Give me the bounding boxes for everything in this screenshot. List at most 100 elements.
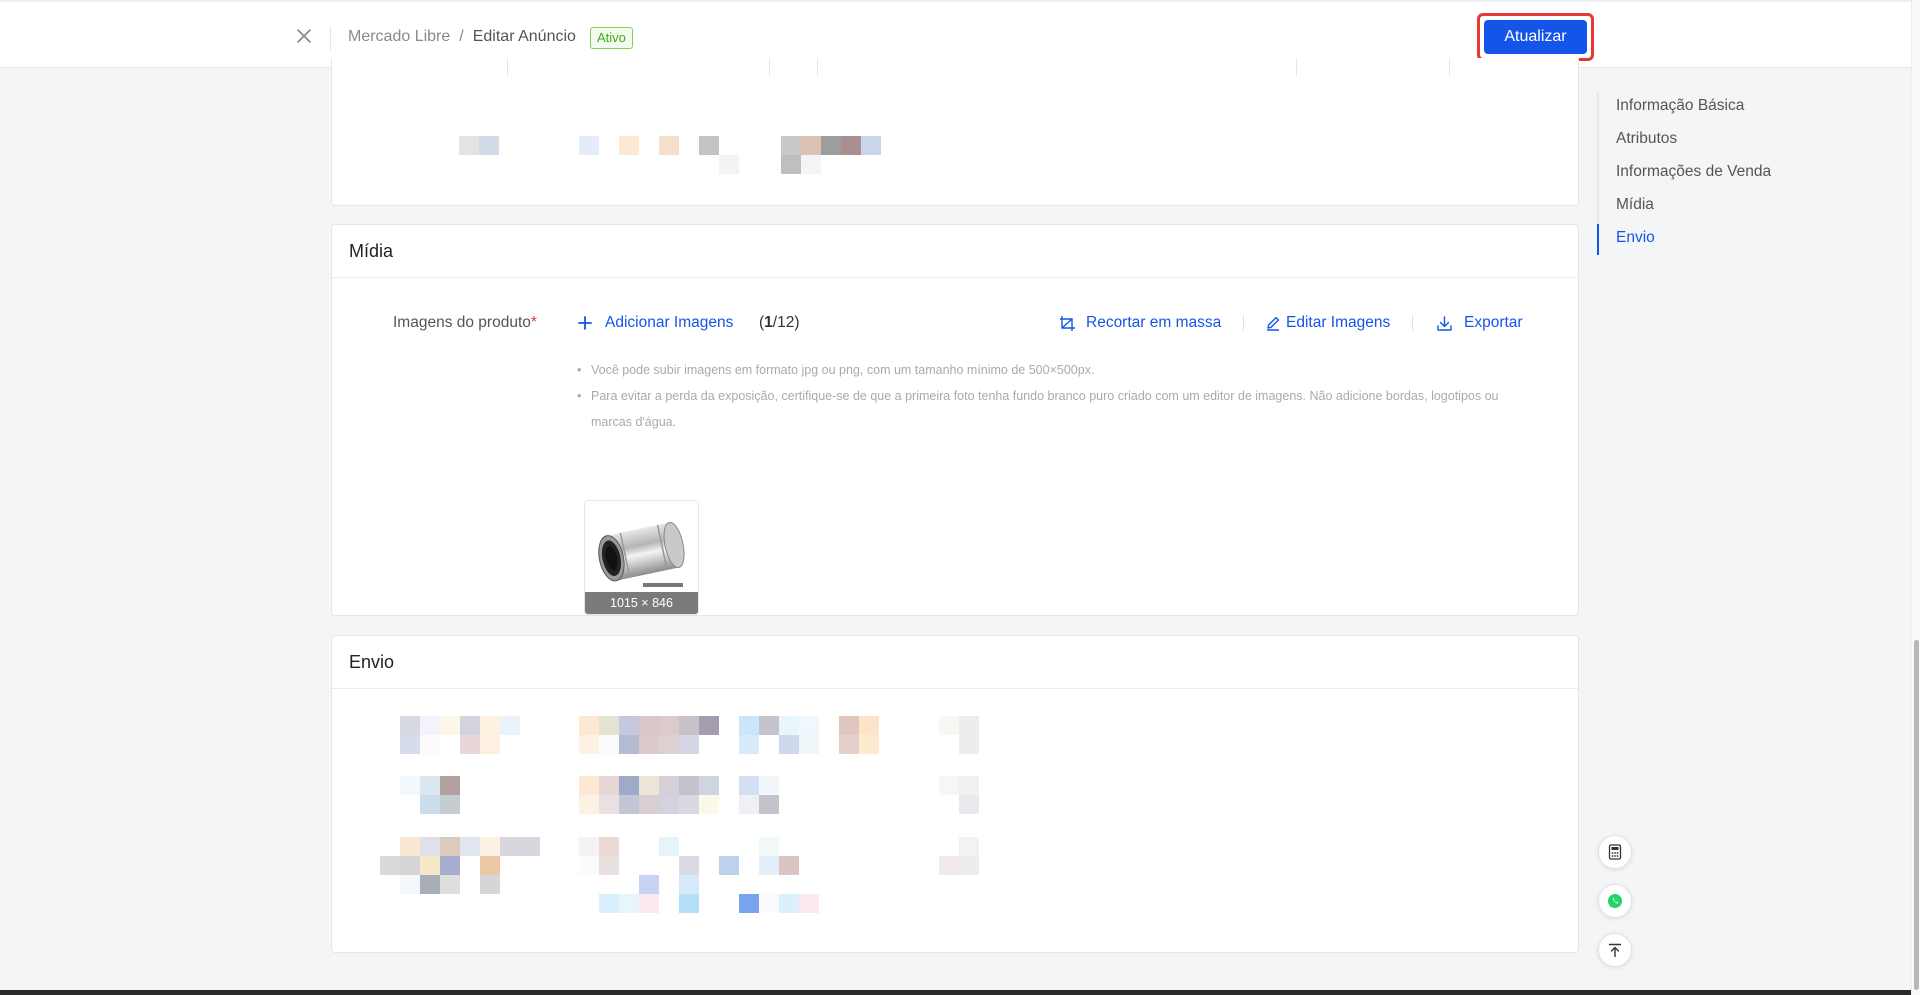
blurred-pixel — [959, 716, 979, 735]
blurred-pixel — [639, 735, 659, 754]
image-count-max: /12) — [772, 314, 800, 331]
blurred-pixel — [679, 776, 699, 795]
pencil-icon — [1267, 316, 1280, 331]
anchor-shipping[interactable]: Envio — [1616, 229, 1655, 247]
product-image-thumbnail[interactable]: 1015 × 846 — [584, 500, 699, 615]
calculator-button[interactable] — [1598, 835, 1632, 869]
linear-bearing-image — [598, 521, 685, 587]
image-count-current: 1 — [764, 314, 773, 331]
anchor-sales-info[interactable]: Informações de Venda — [1616, 163, 1771, 181]
blurred-pixel — [861, 136, 881, 155]
blurred-pixel — [440, 875, 460, 894]
blurred-pixel — [799, 716, 819, 735]
blurred-pixel — [759, 894, 779, 913]
blurred-pixel — [440, 776, 460, 795]
window-bottom-edge — [0, 990, 1911, 995]
blurred-pixel — [599, 894, 619, 913]
blurred-pixel — [480, 837, 500, 856]
crop-icon — [1060, 316, 1075, 331]
calculator-icon — [1608, 844, 1622, 860]
blurred-pixel — [619, 894, 639, 913]
blurred-pixel — [759, 856, 779, 875]
blurred-pixel — [639, 875, 659, 894]
whatsapp-button[interactable] — [1598, 884, 1632, 918]
blurred-pixel — [959, 837, 979, 856]
blurred-pixel — [759, 837, 779, 856]
edit-images-label: Editar Imagens — [1286, 314, 1391, 331]
image-tips: Você pode subir imagens em formato jpg o… — [577, 357, 1537, 435]
blurred-pixel — [841, 136, 861, 155]
update-button[interactable]: Atualizar — [1484, 20, 1587, 54]
blurred-pixel — [799, 894, 819, 913]
blurred-pixel — [400, 856, 420, 875]
blurred-pixel — [679, 856, 699, 875]
blurred-pixel — [639, 894, 659, 913]
blurred-pixel — [801, 155, 821, 174]
blurred-pixel — [639, 716, 659, 735]
blurred-pixel — [440, 837, 460, 856]
blurred-column-divider — [1296, 58, 1297, 76]
blurred-pixel — [400, 875, 420, 894]
blurred-pixel — [739, 795, 759, 814]
anchor-basic-info[interactable]: Informação Básica — [1616, 97, 1744, 115]
add-images-button[interactable]: Adicionar Imagens — [577, 314, 733, 332]
blurred-pixel — [579, 735, 599, 754]
blurred-pixel — [939, 716, 959, 735]
blurred-pixel — [779, 894, 799, 913]
blurred-pixel — [599, 837, 619, 856]
back-to-top-button[interactable] — [1598, 933, 1632, 967]
blurred-pixel — [659, 795, 679, 814]
blurred-pixel — [779, 735, 799, 754]
blurred-pixel — [639, 776, 659, 795]
blurred-pixel — [619, 776, 639, 795]
page-scrollbar[interactable] — [1911, 0, 1920, 995]
shipping-section: Envio — [331, 635, 1579, 953]
blurred-column-divider — [817, 58, 818, 76]
blurred-pixel — [619, 795, 639, 814]
required-mark: * — [530, 314, 537, 331]
blurred-pixel — [420, 875, 440, 894]
blurred-pixel — [599, 716, 619, 735]
blurred-pixel — [719, 856, 739, 875]
blurred-pixel — [679, 894, 699, 913]
sales-info-card-bottom — [331, 58, 1579, 206]
blurred-pixel — [781, 136, 801, 155]
blurred-pixel — [959, 735, 979, 754]
blurred-pixel — [859, 735, 879, 754]
header-divider — [330, 26, 331, 50]
blurred-pixel — [440, 856, 460, 875]
breadcrumb-root[interactable]: Mercado Libre — [348, 28, 450, 45]
product-images-label-text: Imagens do produto — [393, 314, 531, 331]
export-button[interactable]: Exportar — [1436, 314, 1523, 332]
blurred-pixel — [959, 776, 979, 795]
blurred-pixel — [699, 795, 719, 814]
blurred-pixel — [779, 716, 799, 735]
blurred-pixel — [579, 136, 599, 155]
blurred-pixel — [699, 776, 719, 795]
bulk-crop-button[interactable]: Recortar em massa — [1059, 314, 1221, 332]
close-icon[interactable] — [292, 24, 316, 48]
blurred-pixel — [781, 155, 801, 174]
breadcrumb: Mercado Libre / Editar Anúncio — [348, 28, 576, 46]
blurred-pixel — [839, 735, 859, 754]
blurred-pixel — [779, 856, 799, 875]
edit-images-button[interactable]: Editar Imagens — [1265, 314, 1390, 332]
blurred-pixel — [380, 856, 400, 875]
image-dimensions: 1015 × 846 — [585, 592, 698, 614]
image-count: (1/12) — [759, 314, 800, 332]
image-tip: Para evitar a perda da exposição, certif… — [577, 383, 1537, 435]
blurred-pixel — [420, 795, 440, 814]
blurred-pixel — [739, 716, 759, 735]
media-section-title: Mídia — [332, 225, 1578, 278]
blurred-pixel — [460, 735, 480, 754]
blurred-pixel — [759, 716, 779, 735]
scrollbar-thumb[interactable] — [1914, 640, 1919, 990]
anchor-media[interactable]: Mídia — [1616, 196, 1654, 214]
blurred-pixel — [420, 837, 440, 856]
blurred-pixel — [639, 795, 659, 814]
blurred-pixel — [420, 776, 440, 795]
blurred-pixel — [659, 136, 679, 155]
anchor-attributes[interactable]: Atributos — [1616, 130, 1677, 148]
blurred-pixel — [599, 735, 619, 754]
blurred-pixel — [460, 837, 480, 856]
